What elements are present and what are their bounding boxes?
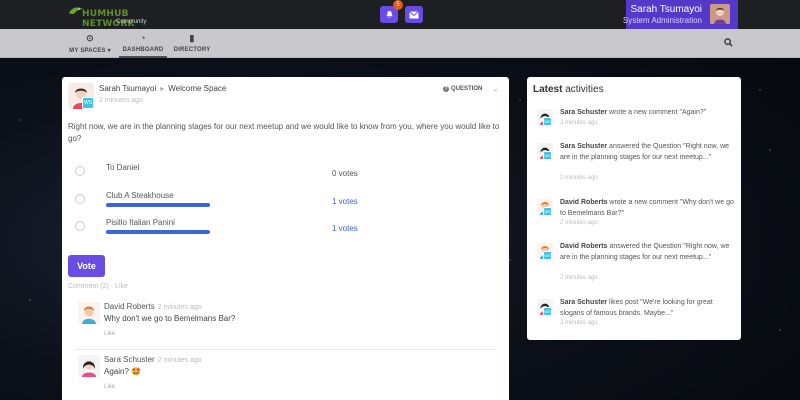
nav-my-spaces[interactable]: ⊙ MY SPACES ▾ xyxy=(66,29,114,58)
arrow-icon: ▸ xyxy=(160,84,165,93)
activity-text: Sara Schuster wrote a new comment "Again… xyxy=(560,109,707,116)
nav-label: MY SPACES ▾ xyxy=(69,48,111,54)
post-header: Sarah Tsumayoi ▸ Welcome Space xyxy=(99,84,226,93)
poll-option[interactable]: To Daniel 0 votes xyxy=(68,163,503,185)
panel-title: Latest activities xyxy=(533,84,604,95)
post-type-label: ? QUESTION xyxy=(443,86,483,92)
poll-radio[interactable] xyxy=(75,221,85,231)
activity-time: 2 minutes ago xyxy=(560,320,598,326)
like-link[interactable]: Like xyxy=(104,331,115,337)
logo[interactable]: HUMHUB NETWORK Community xyxy=(68,3,158,29)
poll-votes-link[interactable]: 1 votes xyxy=(332,197,358,206)
space-badge: WS xyxy=(543,207,552,216)
activity-item[interactable]: WS David Roberts answered the Question "… xyxy=(533,241,738,291)
activity-text: David Roberts answered the Question "Rig… xyxy=(560,243,730,261)
nav-dashboard[interactable]: ◔ DASHBOARD xyxy=(119,29,167,58)
question-post: WS Sarah Tsumayoi ▸ Welcome Space 2 minute… xyxy=(62,77,509,400)
comment-text: Why don't we go to Bemelmans Bar? xyxy=(104,314,236,323)
dashboard-icon: ◔ xyxy=(140,33,146,43)
activity-time: 2 minutes ago xyxy=(560,120,598,126)
latest-activities-panel: Latest activities WS Sara Schuster wrote… xyxy=(527,77,741,340)
poll-option-label: Pisillo Italian Panini xyxy=(106,218,175,227)
activity-time: 2 minutes ago xyxy=(560,175,598,181)
nav-directory[interactable]: ▮ DIRECTORY xyxy=(171,29,213,58)
grid-icon: ⊙ xyxy=(86,33,94,43)
search-icon xyxy=(724,38,733,47)
chevron-down-icon[interactable]: ⌄ xyxy=(492,84,499,93)
envelope-icon xyxy=(409,10,419,18)
poll-option[interactable]: Pisillo Italian Panini 1 votes xyxy=(68,218,503,240)
poll-radio[interactable] xyxy=(75,166,85,176)
top-bar: HUMHUB NETWORK Community 5 Sarah Tsumayo… xyxy=(0,0,800,29)
nav-bar: ⊙ MY SPACES ▾ ◔ DASHBOARD ▮ DIRECTORY xyxy=(0,29,800,58)
vote-button[interactable]: Vote xyxy=(68,255,105,277)
avatar xyxy=(710,4,730,24)
comment-text: Again? 🤩 xyxy=(104,367,142,376)
post-space[interactable]: Welcome Space xyxy=(168,84,226,93)
comment-time: 2 minutes ago xyxy=(157,304,202,311)
activity-text: Sara Schuster answered the Question "Rig… xyxy=(560,143,730,161)
comment: Sara Schuster 2 minutes ago Again? 🤩 Like xyxy=(68,355,503,399)
notification-count-badge: 5 xyxy=(393,0,403,10)
user-menu[interactable]: Sarah Tsumayoi System Administration xyxy=(622,0,738,29)
comment-author-line: Sara Schuster 2 minutes ago xyxy=(104,355,202,364)
nav-label: DASHBOARD xyxy=(122,47,164,53)
poll-bar xyxy=(106,230,210,234)
bell-icon xyxy=(385,10,393,18)
user-name: Sarah Tsumayoi xyxy=(630,4,702,15)
comment-time: 2 minutes ago xyxy=(157,357,202,364)
poll-option[interactable]: Club A Steakhouse 1 votes xyxy=(68,191,503,213)
book-icon: ▮ xyxy=(189,33,195,43)
activity-text: Sara Schuster likes post "We're looking … xyxy=(560,299,713,317)
activity-item[interactable]: WS Sara Schuster answered the Question "… xyxy=(533,141,738,191)
user-role: System Administration xyxy=(622,16,702,25)
activity-time: 2 minutes ago xyxy=(560,275,598,281)
space-badge: WS xyxy=(543,251,552,260)
post-time: 2 minutes ago xyxy=(99,97,143,104)
poll-votes-link[interactable]: 1 votes xyxy=(332,224,358,233)
poll-option-label: Club A Steakhouse xyxy=(106,191,174,200)
activity-item[interactable]: WS David Roberts wrote a new comment "Wh… xyxy=(533,197,738,237)
comment-author[interactable]: David Roberts xyxy=(104,302,155,311)
activity-item[interactable]: WS Sara Schuster likes post "We're looki… xyxy=(533,297,738,337)
avatar[interactable] xyxy=(78,302,100,324)
space-badge: WS xyxy=(82,97,94,109)
space-badge: WS xyxy=(543,117,552,126)
search-button[interactable] xyxy=(724,38,733,50)
activity-time: 2 minutes ago xyxy=(560,220,598,226)
comment-author[interactable]: Sara Schuster xyxy=(104,355,155,364)
nav-label: DIRECTORY xyxy=(173,47,211,53)
like-link[interactable]: Like xyxy=(104,384,115,390)
post-text: Right now, we are in the planning stages… xyxy=(68,122,500,143)
poll-radio[interactable] xyxy=(75,194,85,204)
divider xyxy=(76,349,496,350)
activity-text: David Roberts wrote a new comment "Why d… xyxy=(560,199,734,217)
space-badge: WS xyxy=(543,151,552,160)
post-author[interactable]: Sarah Tsumayoi xyxy=(99,84,156,93)
poll-votes: 0 votes xyxy=(332,169,358,178)
poll-option-label: To Daniel xyxy=(106,163,140,172)
question-icon: ? xyxy=(443,86,449,92)
logo-subtitle: Community xyxy=(116,19,147,25)
messages-button[interactable] xyxy=(405,6,423,23)
poll-bar xyxy=(106,203,210,207)
avatar[interactable] xyxy=(78,355,100,377)
comment: David Roberts 2 minutes ago Why don't we … xyxy=(68,302,503,346)
comment-author-line: David Roberts 2 minutes ago xyxy=(104,302,202,311)
space-badge: WS xyxy=(543,307,552,316)
comment-like-links[interactable]: Comment (2) · Like xyxy=(68,283,128,290)
